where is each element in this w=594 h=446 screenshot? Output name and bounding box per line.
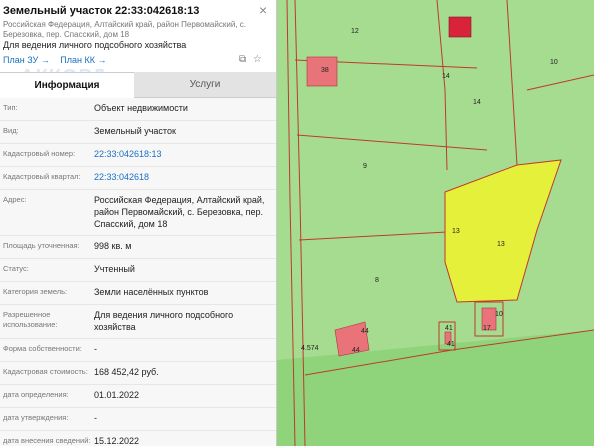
plan-links: План ЗУ → План КК →: [3, 55, 114, 65]
row-value: -: [94, 344, 97, 354]
row-label: дата утверждения:: [3, 413, 69, 422]
row-permitted-use: Разрешенное использование: Для ведения л…: [0, 305, 276, 339]
row-value: 15.12.2022: [94, 436, 140, 446]
cadastral-quarter-link[interactable]: 22:33:042618: [92, 167, 276, 189]
row-label: Категория земель:: [3, 287, 68, 296]
row-label: Площадь уточненная:: [3, 241, 80, 250]
info-panel: Земельный участок 22:33:042618:13 × Росс…: [0, 0, 277, 446]
row-value: Российская Федерация, Алтайский край, ра…: [94, 195, 265, 229]
row-label: Тип:: [3, 103, 18, 112]
map-label: 9: [363, 163, 367, 170]
row-value: 998 кв. м: [94, 241, 132, 251]
row-cadastral-quarter: Кадастровый квартал: 22:33:042618: [0, 167, 276, 190]
row-cadastral-number: Кадастровый номер: 22:33:042618:13: [0, 144, 276, 167]
row-value: -: [94, 413, 97, 423]
tab-bar: Информация Услуги: [0, 72, 276, 98]
row-value: 168 452,42 руб.: [94, 367, 159, 377]
panel-purpose: Для ведения личного подсобного хозяйства: [3, 40, 187, 50]
map-canvas[interactable]: 12 14 14 10 38 9 13 13 8 44 44 41 41 17 …: [277, 0, 594, 446]
row-label: Статус:: [3, 264, 29, 273]
row-label: Кадастровый номер:: [3, 149, 76, 158]
map-label: 41: [445, 325, 453, 332]
tab-info[interactable]: Информация: [0, 72, 134, 98]
row-label: Адрес:: [3, 195, 27, 204]
panel-address: Российская Федерация, Алтайский край, ра…: [3, 20, 246, 39]
map-label: 17: [483, 325, 491, 332]
row-cadastral-value: Кадастровая стоимость: 168 452,42 руб.: [0, 362, 276, 385]
map-label: 41: [447, 341, 455, 348]
row-label: Кадастровая стоимость:: [3, 367, 88, 376]
map-label: 4.574: [301, 345, 319, 352]
row-label: дата определения:: [3, 390, 69, 399]
map-label: 10: [550, 59, 558, 66]
map-label: 44: [361, 328, 369, 335]
plan-kk-link[interactable]: План КК →: [60, 55, 106, 65]
close-icon[interactable]: ×: [259, 2, 267, 18]
row-address: Адрес: Российская Федерация, Алтайский к…: [0, 190, 276, 236]
row-label: Вид:: [3, 126, 19, 135]
row-entry-date: дата внесения сведений: 15.12.2022: [0, 431, 276, 446]
row-value: Земельный участок: [94, 126, 176, 136]
copy-icon[interactable]: ⧉: [239, 54, 246, 65]
cadastral-number-link[interactable]: 22:33:042618:13: [92, 144, 276, 166]
map-label: 44: [352, 347, 360, 354]
row-area: Площадь уточненная: 998 кв. м: [0, 236, 276, 259]
row-label: Кадастровый квартал:: [3, 172, 81, 181]
row-label: Разрешенное использование:: [3, 310, 58, 329]
row-label: Форма собственности:: [3, 344, 82, 353]
row-land-category: Категория земель: Земли населённых пункт…: [0, 282, 276, 305]
map-label: 8: [375, 277, 379, 284]
panel-tools: ⧉ ☆: [235, 54, 262, 65]
row-ownership: Форма собственности: -: [0, 339, 276, 362]
map-label: 38: [321, 67, 329, 74]
map-label: 14: [442, 73, 450, 80]
row-value: Учтенный: [94, 264, 135, 274]
tab-services[interactable]: Услуги: [134, 72, 276, 98]
row-value: Земли населённых пунктов: [94, 287, 209, 297]
row-type: Тип: Объект недвижимости: [0, 98, 276, 121]
info-table: Тип: Объект недвижимости Вид: Земельный …: [0, 98, 276, 446]
panel-title: Земельный участок 22:33:042618:13: [3, 5, 200, 17]
row-determination-date: дата определения: 01.01.2022: [0, 385, 276, 408]
building-red[interactable]: [448, 16, 472, 38]
cadastral-map[interactable]: 12 14 14 10 38 9 13 13 8 44 44 41 41 17 …: [277, 0, 594, 446]
map-label: 10: [495, 311, 503, 318]
row-label: дата внесения сведений:: [3, 436, 91, 445]
map-label: 13: [497, 241, 505, 248]
map-label: 13: [452, 228, 460, 235]
star-icon[interactable]: ☆: [253, 54, 262, 65]
row-kind: Вид: Земельный участок: [0, 121, 276, 144]
map-label: 14: [473, 99, 481, 106]
row-value: Для ведения личного подсобного хозяйства: [94, 310, 234, 332]
map-label: 12: [351, 28, 359, 35]
row-status: Статус: Учтенный: [0, 259, 276, 282]
row-value: 01.01.2022: [94, 390, 140, 400]
row-approval-date: дата утверждения: -: [0, 408, 276, 431]
row-value: Объект недвижимости: [94, 103, 188, 113]
plan-zu-link[interactable]: План ЗУ →: [3, 55, 50, 65]
